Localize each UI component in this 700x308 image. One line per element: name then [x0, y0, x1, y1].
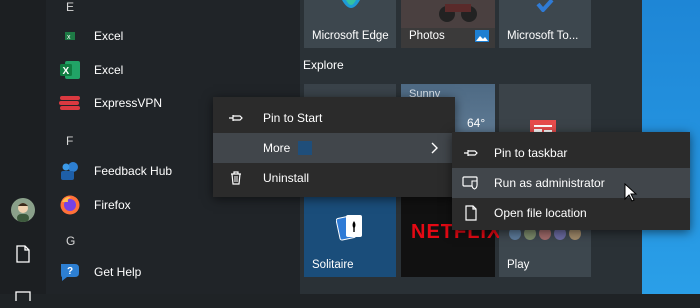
app-label: Firefox — [94, 198, 131, 212]
feedback-hub-icon — [58, 159, 82, 183]
todo-check-icon — [536, 0, 554, 12]
app-item-expressvpn[interactable]: ExpressVPN — [58, 89, 162, 117]
menu-item-label: Run as administrator — [494, 176, 605, 190]
app-label: Excel — [94, 63, 124, 77]
folder-icon — [460, 205, 482, 221]
context-menu: Pin to Start More Uninstall — [213, 97, 455, 197]
tile-photos[interactable]: Photos — [401, 0, 495, 48]
app-mini-icon — [298, 141, 313, 155]
edge-icon — [342, 0, 360, 8]
svg-text:x: x — [67, 34, 71, 41]
menu-item-open-file-location[interactable]: Open file location — [452, 198, 690, 228]
excel-small-icon: x — [58, 24, 82, 48]
trash-icon — [225, 171, 247, 185]
start-left-rail — [0, 0, 46, 301]
excel-icon: X — [58, 58, 82, 82]
menu-item-label: Pin to Start — [263, 111, 323, 125]
pictures-icon — [15, 291, 31, 301]
menu-item-label: More — [263, 141, 291, 155]
weather-temperature: 64° — [467, 116, 486, 130]
photos-icon — [475, 30, 489, 42]
solitaire-cards-icon — [336, 215, 362, 241]
tile-label: Microsoft Edge — [312, 30, 389, 42]
app-label: Excel — [94, 29, 124, 43]
menu-item-label: Pin to taskbar — [494, 146, 568, 160]
tiles-section-title: Explore — [303, 58, 344, 72]
svg-text:X: X — [63, 66, 70, 77]
app-item-get-help[interactable]: ? Get Help — [58, 258, 141, 286]
user-avatar-icon — [11, 198, 35, 222]
tile-label: Microsoft To... — [507, 30, 579, 42]
app-label: Get Help — [94, 265, 142, 279]
pin-icon — [460, 148, 482, 158]
tile-solitaire[interactable]: Solitaire — [304, 195, 396, 277]
menu-item-label: Uninstall — [263, 171, 310, 185]
more-submenu: Pin to taskbar Run as administrator Open… — [452, 132, 690, 230]
letter-header-g[interactable]: G — [66, 234, 75, 248]
app-item-excel[interactable]: X Excel — [58, 56, 123, 84]
app-item-feedback-hub[interactable]: Feedback Hub — [58, 157, 172, 185]
pictures-button[interactable] — [11, 284, 35, 308]
get-help-icon: ? — [58, 260, 82, 284]
tile-microsoft-edge[interactable]: Microsoft Edge — [304, 0, 396, 48]
menu-item-label: Open file location — [494, 206, 587, 220]
documents-button[interactable] — [11, 242, 35, 266]
letter-header-e[interactable]: E — [66, 0, 74, 14]
chevron-right-icon — [431, 142, 438, 154]
menu-item-run-as-administrator[interactable]: Run as administrator — [452, 168, 690, 198]
app-item-excel-small[interactable]: x Excel — [58, 22, 123, 50]
app-label: Feedback Hub — [94, 164, 173, 178]
pin-icon — [225, 113, 247, 123]
menu-item-pin-to-taskbar[interactable]: Pin to taskbar — [452, 138, 690, 168]
tile-label: Play — [507, 259, 530, 271]
user-avatar[interactable] — [11, 198, 35, 222]
menu-item-more[interactable]: More — [213, 133, 455, 163]
document-icon — [16, 245, 30, 263]
tile-label: Solitaire — [312, 259, 354, 271]
tile-label: Photos — [409, 30, 445, 42]
firefox-icon — [58, 193, 82, 217]
tile-microsoft-todo[interactable]: Microsoft To... — [499, 0, 591, 48]
letter-header-f[interactable]: F — [66, 134, 73, 148]
photos-motorcycle-image — [401, 0, 495, 28]
expressvpn-icon — [58, 91, 82, 115]
menu-item-uninstall[interactable]: Uninstall — [213, 163, 455, 193]
menu-item-pin-to-start[interactable]: Pin to Start — [213, 103, 455, 133]
mouse-cursor-icon — [624, 183, 638, 202]
app-item-firefox[interactable]: Firefox — [58, 191, 131, 219]
svg-text:?: ? — [67, 266, 73, 277]
shield-icon — [460, 176, 482, 190]
app-label: ExpressVPN — [94, 96, 163, 110]
